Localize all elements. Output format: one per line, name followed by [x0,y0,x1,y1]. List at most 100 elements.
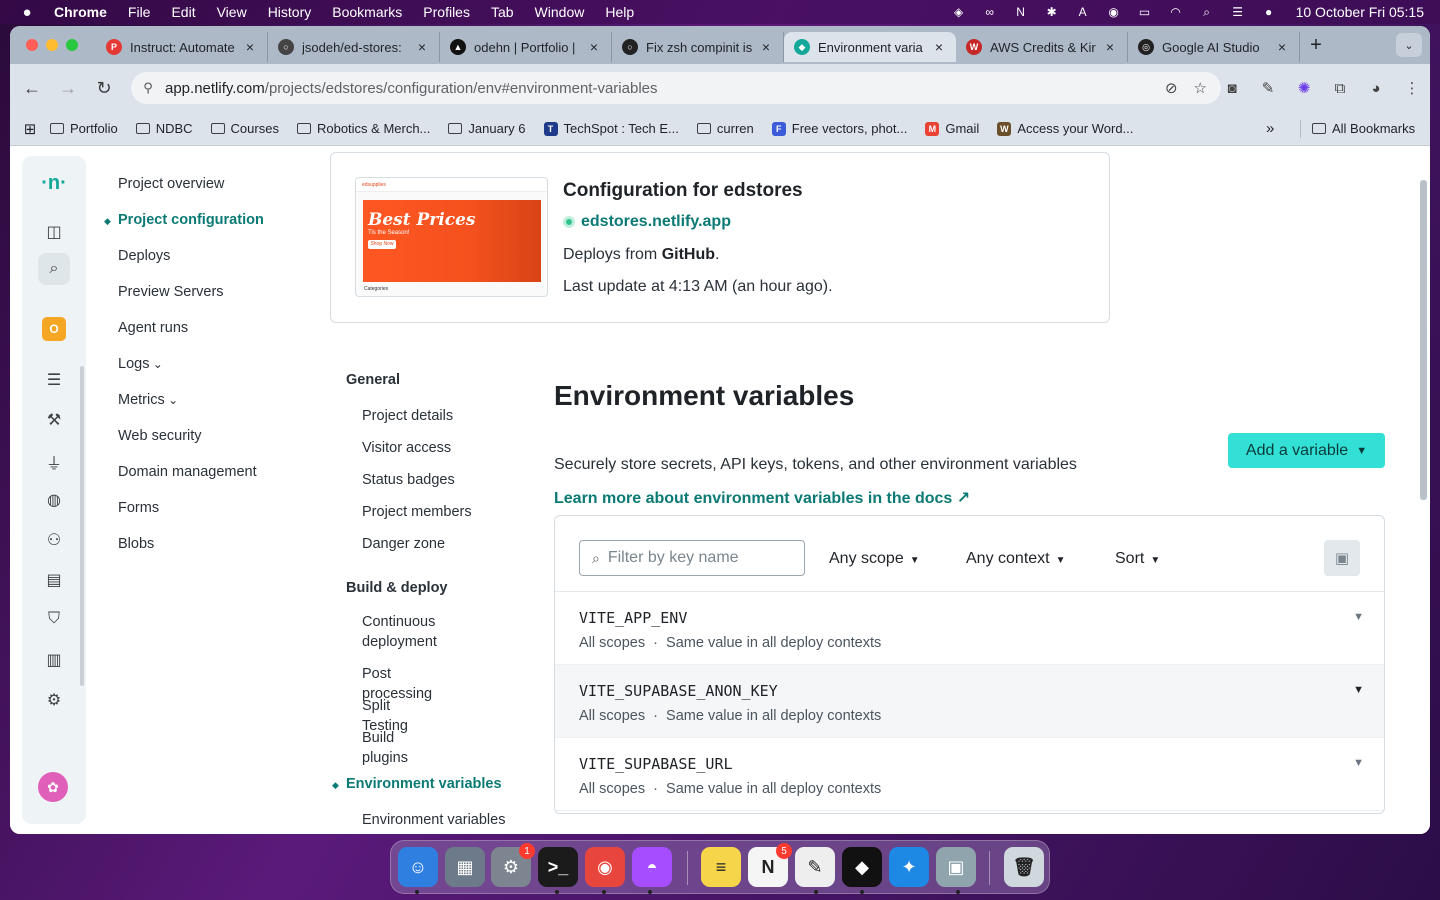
bookmark-item[interactable]: NDBC [135,121,193,136]
filter-input[interactable] [607,549,788,567]
safari-app-icon[interactable]: ✦ [889,847,929,887]
context-dropdown[interactable]: Any context ▼ [966,550,1066,568]
bookmark-item[interactable]: T TechSpot : Tech E... [543,121,679,136]
shield-icon[interactable]: ⛉ [22,610,86,628]
menu-app-name[interactable]: Chrome [54,4,107,20]
terminal-app-icon[interactable]: >_ [538,847,578,887]
menu-history[interactable]: History [268,4,312,20]
wifi-icon[interactable]: ◠ [1168,5,1184,19]
back-icon[interactable]: ← [14,78,50,99]
menu-help[interactable]: Help [605,4,634,20]
menu-window[interactable]: Window [535,4,585,20]
chrome-app-icon[interactable]: ◉ [585,847,625,887]
close-tab-icon[interactable]: × [759,39,773,55]
subnav-item[interactable]: Project details [362,406,453,426]
bookmark-item[interactable]: M Gmail [925,121,979,136]
bookmark-star-icon[interactable]: ☆ [1194,79,1207,97]
notion-icon[interactable]: N [1013,5,1029,19]
dropbox-icon[interactable]: ◈ [951,5,967,19]
close-tab-icon[interactable]: × [1275,39,1289,55]
variable-row[interactable]: VITE_APP_ENV All scopes · Same value in a… [555,592,1384,665]
search-icon[interactable]: ⌕ [22,260,86,278]
layers-icon[interactable]: ☰ [22,370,86,390]
subnav-heading-environment-variables[interactable]: Environment variables [346,776,502,792]
browser-tab[interactable]: ◆ Environment varia × [784,32,956,62]
nav-item-project-overview[interactable]: Project overview [118,176,224,192]
nav-item-project-configuration[interactable]: Project configuration [118,212,264,228]
subnav-item[interactable]: Status badges [362,470,455,490]
close-tab-icon[interactable]: × [243,39,257,55]
members-icon[interactable]: ⚇ [22,530,86,550]
minimize-window-button[interactable] [46,39,58,51]
subnav-item[interactable]: Environment variables [362,810,505,830]
more-bookmarks-icon[interactable]: » [1266,120,1274,137]
profile-avatar-icon[interactable]: ◕ [1358,80,1394,97]
billing-icon[interactable]: ▤ [22,570,86,590]
finder-app-icon[interactable]: ☺ [398,847,438,887]
menu-bookmarks[interactable]: Bookmarks [332,4,402,20]
browser-tab[interactable]: ▲ odehn | Portfolio | × [440,32,612,62]
notes-app-icon[interactable]: ≡ [701,847,741,887]
browser-tab[interactable]: ○ jsodeh/ed-stores: × [268,32,440,62]
textedit-app-icon[interactable]: ✎ [795,847,835,887]
settings-gear-icon[interactable]: ⚙ [22,690,86,710]
creative-cloud-icon[interactable]: ∞ [982,5,998,19]
bluetooth-icon[interactable]: ✱ [1044,5,1060,19]
capcut-app-icon[interactable]: ◆ [842,847,882,887]
menu-profiles[interactable]: Profiles [423,4,470,20]
bookmark-item[interactable]: Robotics & Merch... [296,121,430,136]
new-tab-button[interactable]: + [1300,34,1332,57]
subnav-item[interactable]: Visitor access [362,438,451,458]
bookmark-item[interactable]: W Access your Word... [997,121,1133,136]
subnav-item[interactable]: Danger zone [362,534,445,554]
nav-item-metrics[interactable]: Metrics ⌄ [118,392,178,408]
control-center-icon[interactable]: ☰ [1230,5,1246,19]
browser-tab[interactable]: ○ Fix zsh compinit is × [612,32,784,62]
subnav-item[interactable]: Build plugins [362,728,408,768]
eye-off-icon[interactable]: ⊘ [1165,79,1178,97]
apple-menu-icon[interactable]: ● [18,4,36,21]
all-bookmarks[interactable]: All Bookmarks [1312,121,1415,136]
netlify-logo-icon[interactable]: ·n· [22,172,86,195]
close-tab-icon[interactable]: × [587,39,601,55]
nav-item-forms[interactable]: Forms [118,500,159,516]
forward-icon[interactable]: → [50,78,86,99]
sort-dropdown[interactable]: Sort ▼ [1115,550,1160,568]
browser-tab[interactable]: W AWS Credits & Kir × [956,32,1128,62]
menu-edit[interactable]: Edit [171,4,195,20]
purple-extension-icon[interactable]: ✺ [1286,79,1322,97]
menubar-clock[interactable]: 10 October Fri 05:15 [1296,4,1424,20]
nav-item-agent-runs[interactable]: Agent runs [118,320,188,336]
chevron-down-icon[interactable]: ▼ [1353,684,1364,696]
ghost-app-icon[interactable]: ◓ [632,847,672,887]
sidebar-scrollbar[interactable] [80,366,84,686]
scope-dropdown[interactable]: Any scope ▼ [829,550,920,568]
variable-row[interactable]: VITE_SUPABASE_ANON_KEY All scopes · Same … [555,665,1384,738]
browser-tab[interactable]: ◎ Google AI Studio × [1128,32,1300,62]
tab-search-icon[interactable]: ⌄ [1396,33,1422,57]
close-tab-icon[interactable]: × [415,39,429,55]
pen-extension-icon[interactable]: ✎ [1250,79,1286,97]
launchpad-app-icon[interactable]: ▦ [445,847,485,887]
system-settings-app-icon[interactable]: ⚙ 1 [491,843,535,887]
add-variable-button[interactable]: Add a variable ▼ [1228,433,1385,468]
bookmark-item[interactable]: January 6 [448,121,526,136]
chevron-down-icon[interactable]: ▼ [1353,611,1364,623]
extensions-puzzle-icon[interactable]: ⧉ [1322,80,1358,97]
close-tab-icon[interactable]: × [1103,39,1117,55]
siri-icon[interactable]: ● [1261,5,1277,19]
reload-icon[interactable]: ↻ [86,78,122,99]
plug-icon[interactable]: ⏚ [22,450,86,474]
chevron-down-icon[interactable]: ▼ [1353,757,1364,769]
chrome-menu-icon[interactable]: ⋮ [1394,79,1430,97]
learn-more-link[interactable]: Learn more about environment variables i… [554,488,970,508]
menu-file[interactable]: File [128,4,151,20]
user-avatar[interactable]: ✿ [38,772,68,802]
apps-grid-icon[interactable]: ⊞ [10,120,50,138]
team-badge[interactable]: O [42,317,66,341]
nav-item-domain-management[interactable]: Domain management [118,464,257,480]
nav-item-preview-servers[interactable]: Preview Servers [118,284,224,300]
close-tab-icon[interactable]: × [932,39,946,55]
address-bar[interactable]: ⚲ app.netlify.com/projects/edstores/conf… [131,72,1221,104]
bookmark-item[interactable]: curren [696,121,754,136]
